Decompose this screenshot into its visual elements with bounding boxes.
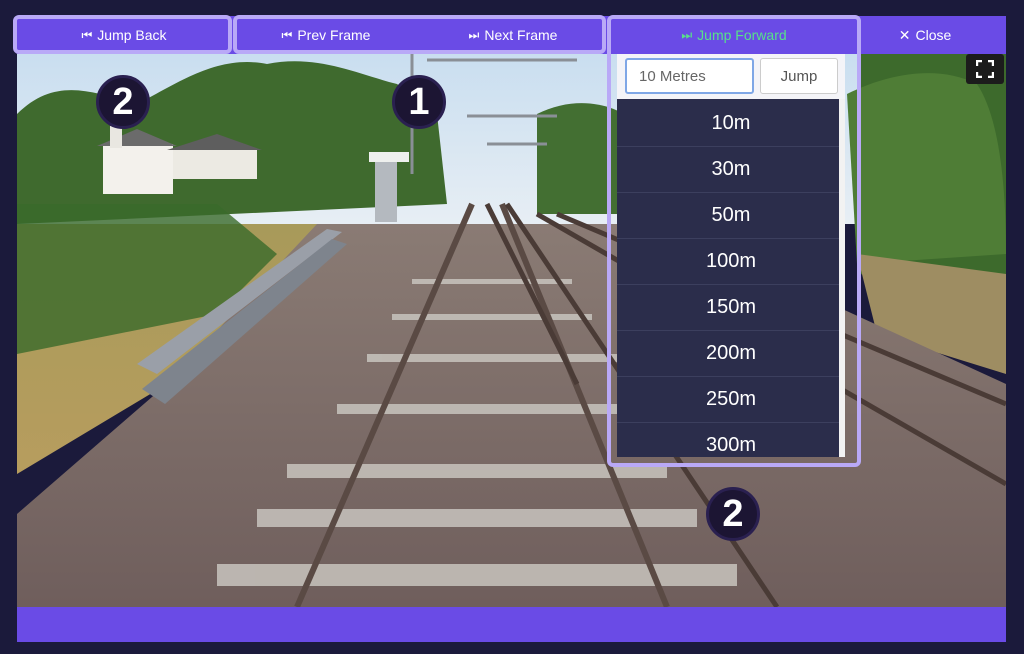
step-backward-icon: ⏮ — [281, 27, 293, 42]
next-frame-button[interactable]: ⏭ Next Frame — [420, 16, 606, 54]
bottom-bar — [17, 607, 1006, 642]
jump-option-100m[interactable]: 100m — [617, 239, 845, 285]
step-forward-icon: ⏭ — [468, 27, 480, 42]
jump-back-label: Jump Back — [97, 27, 167, 43]
jump-distance-input[interactable] — [625, 58, 754, 94]
jump-submit-button[interactable]: Jump — [760, 58, 838, 94]
jump-option-200m[interactable]: 200m — [617, 331, 845, 377]
close-label: Close — [915, 27, 952, 43]
skip-backward-icon: ⏮ — [81, 27, 93, 42]
jump-option-250m[interactable]: 250m — [617, 377, 845, 423]
railway-scene-image — [17, 54, 1006, 607]
close-button[interactable]: ✕ Close — [858, 16, 992, 54]
jump-forward-button[interactable]: ⏭ Jump Forward — [610, 16, 858, 54]
prev-frame-label: Prev Frame — [297, 27, 371, 43]
prev-frame-button[interactable]: ⏮ Prev Frame — [232, 16, 420, 54]
jump-option-30m[interactable]: 30m — [617, 147, 845, 193]
jump-forward-label: Jump Forward — [697, 27, 787, 43]
jump-distance-dropdown: Jump 10m 30m 50m 100m 150m 200m 250m 300… — [617, 54, 845, 457]
badge-1: 1 — [392, 75, 446, 129]
jump-back-button[interactable]: ⏮ Jump Back — [17, 16, 231, 54]
jump-option-50m[interactable]: 50m — [617, 193, 845, 239]
skip-forward-icon: ⏭ — [681, 27, 693, 42]
jump-option-10m[interactable]: 10m — [617, 101, 845, 147]
video-viewer: ⏮ Jump Back ⏮ Prev Frame ⏭ Next Frame ⏭ … — [0, 0, 1024, 654]
jump-option-300m[interactable]: 300m — [617, 423, 845, 457]
next-frame-label: Next Frame — [484, 27, 558, 43]
dropdown-scrollbar[interactable] — [839, 99, 845, 457]
close-icon: ✕ — [898, 26, 911, 43]
video-frame — [17, 54, 1006, 607]
fullscreen-icon — [976, 60, 994, 78]
jump-option-150m[interactable]: 150m — [617, 285, 845, 331]
jump-distance-options: 10m 30m 50m 100m 150m 200m 250m 300m — [617, 101, 845, 457]
fullscreen-button[interactable] — [966, 54, 1004, 84]
badge-2-right: 2 — [706, 487, 760, 541]
jump-input-row: Jump — [617, 54, 845, 99]
badge-2-left: 2 — [96, 75, 150, 129]
